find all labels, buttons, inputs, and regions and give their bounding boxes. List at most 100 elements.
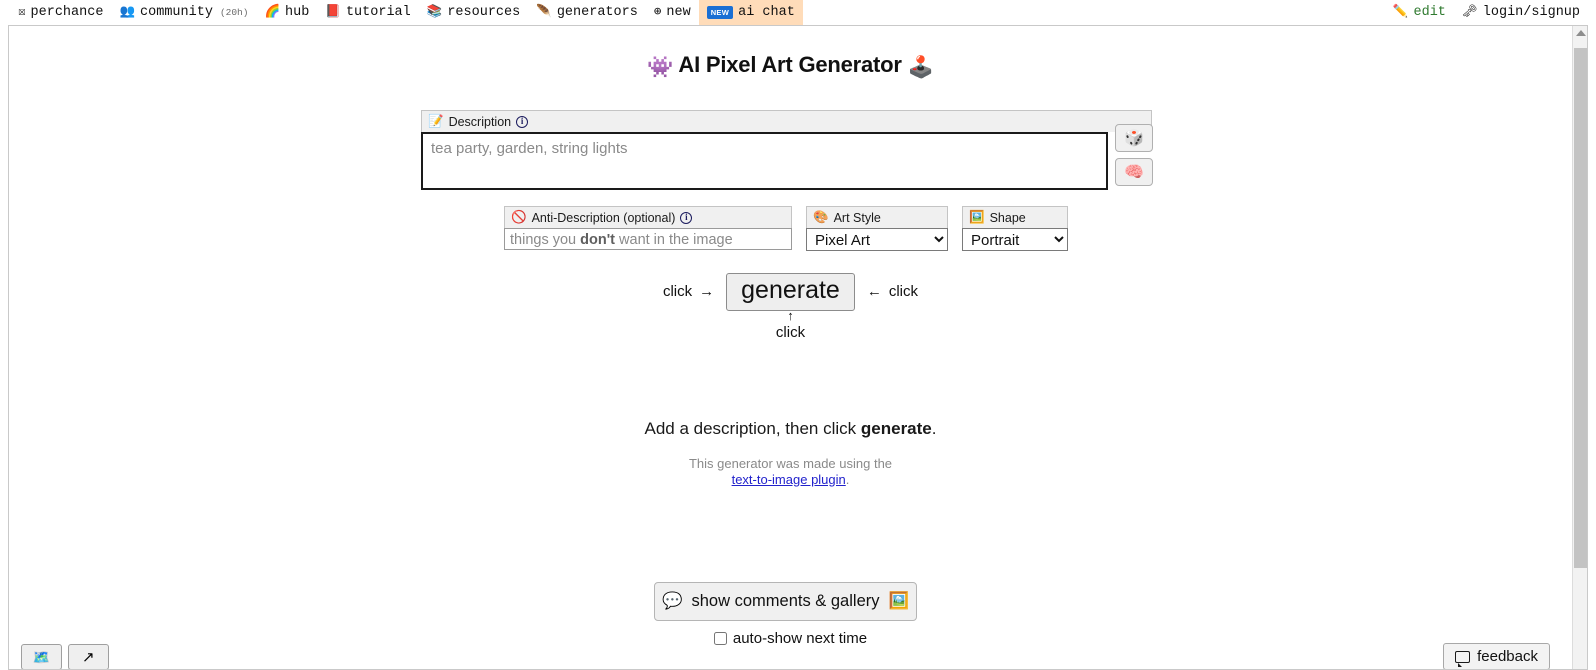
page-title-text: AI Pixel Art Generator [678, 52, 902, 77]
feedback-button[interactable]: feedback [1443, 643, 1550, 669]
text-to-image-plugin-link[interactable]: text-to-image plugin [732, 472, 846, 487]
art-style-label: Art Style [833, 210, 881, 225]
nav-label-tutorial: tutorial [345, 5, 411, 20]
generator-frame: 👾 AI Pixel Art Generator 🕹️ 📝 Descriptio… [8, 25, 1588, 670]
page-title: 👾 AI Pixel Art Generator 🕹️ [9, 52, 1572, 80]
new-badge: NEW [706, 6, 734, 19]
description-label-bar: 📝 Description i [421, 110, 1152, 132]
top-navigation-bar: ☒ perchance 👥 community (20h) 🌈 hub 📕 tu… [0, 0, 1596, 25]
pencil-icon: ✏️ [1392, 5, 1409, 20]
description-info-icon[interactable]: i [516, 115, 529, 128]
made-using-text: This generator was made using the [688, 456, 893, 471]
book-icon: 📕 [325, 5, 341, 20]
randomize-button[interactable]: 🎲 [1115, 124, 1153, 152]
nav-label-login-signup: login/signup [1482, 5, 1580, 20]
nav-label-ai-chat: ai chat [738, 5, 795, 20]
click-hint-right: ← click [867, 283, 918, 300]
speech-balloon-icon: 💬 [661, 592, 683, 610]
framed-picture-icon: 🖼️ [969, 210, 985, 224]
nav-item-resources[interactable]: 📚 resources [419, 0, 529, 25]
nav-item-login-signup[interactable]: 🗝 login/signup [1454, 0, 1588, 25]
brain-icon: 🧠 [1124, 164, 1144, 181]
arrow-left-icon: ← [866, 283, 882, 301]
click-hint-below: ↑ click [9, 308, 1572, 343]
status-text-post: . [931, 419, 937, 438]
speech-bubble-icon [1455, 650, 1471, 667]
click-hint-right-text: click [888, 283, 919, 301]
nav-item-ai-chat[interactable]: NEW ai chat [698, 0, 803, 25]
auto-show-checkbox[interactable] [713, 632, 727, 645]
art-style-field-group: 🎨 Art Style Pixel Art [806, 206, 948, 251]
art-style-label-bar: 🎨 Art Style [806, 206, 948, 228]
nav-right-group: ✏️ edit 🗝 login/signup [1385, 0, 1588, 25]
feather-icon: 🪶 [536, 5, 552, 20]
nav-label-new: new [666, 5, 691, 20]
anti-description-label: Anti-Description (optional) [531, 210, 676, 225]
click-hint-below-text: click [775, 324, 806, 342]
community-activity-count: (20h) [219, 7, 249, 18]
nav-label-generators: generators [556, 5, 638, 20]
shape-field-group: 🖼️ Shape Portrait [962, 206, 1068, 251]
rainbow-icon: 🌈 [264, 5, 281, 20]
description-field-group: 📝 Description i [421, 110, 1152, 190]
shape-label-bar: 🖼️ Shape [962, 206, 1068, 228]
scroll-up-arrow-icon[interactable] [1576, 30, 1586, 36]
nav-item-perchance[interactable]: ☒ perchance [10, 0, 111, 25]
alien-monster-icon: 👾 [647, 56, 674, 79]
status-text-bold: generate [860, 419, 932, 438]
globe-icon: ⊕ [653, 5, 662, 20]
shape-label: Shape [989, 210, 1026, 225]
nav-label-resources: resources [447, 5, 521, 20]
nav-left-group: ☒ perchance 👥 community (20h) 🌈 hub 📕 tu… [0, 0, 803, 25]
generate-row: click → generate ← click [9, 273, 1572, 311]
description-label: Description [448, 114, 512, 129]
books-icon: 📚 [426, 5, 443, 20]
description-side-buttons: 🎲 🧠 [1115, 124, 1153, 186]
nav-item-edit[interactable]: ✏️ edit [1385, 0, 1454, 25]
click-hint-left: click → [663, 283, 714, 300]
brainstorm-button[interactable]: 🧠 [1115, 158, 1153, 186]
dice-icon: 🎲 [1124, 130, 1144, 147]
plugin-link-wrap: text-to-image plugin. [9, 472, 1572, 488]
anti-description-label-bar: 🚫 Anti-Description (optional) i [504, 206, 792, 228]
bottom-left-button-group: 🗺️ ↖ [21, 644, 109, 669]
page-map-button[interactable]: 🗺️ [21, 644, 62, 669]
cursor-arrow-icon: ↖ [82, 649, 95, 666]
plugin-link-period: . [845, 471, 850, 487]
arrow-right-icon: → [699, 283, 715, 301]
vertical-scrollbar[interactable] [1572, 26, 1587, 669]
anti-placeholder-bold: don't [580, 232, 615, 248]
nav-label-hub: hub [285, 5, 310, 20]
framed-picture-icon: 🖼️ [888, 592, 910, 610]
key-icon: 🗝 [1461, 5, 1478, 20]
palette-icon: 🎨 [813, 210, 829, 224]
anti-placeholder-post: want in the image [615, 232, 733, 248]
show-comments-label: show comments & gallery [691, 592, 880, 610]
anti-description-input[interactable]: things you don't want in the image [504, 228, 792, 250]
nav-item-hub[interactable]: 🌈 hub [256, 0, 317, 25]
show-comments-gallery-button[interactable]: 💬 show comments & gallery 🖼️ [654, 582, 917, 621]
nav-item-community[interactable]: 👥 community (20h) [111, 0, 256, 25]
nav-item-tutorial[interactable]: 📕 tutorial [317, 0, 418, 25]
people-icon: 👥 [119, 5, 136, 20]
nav-item-new[interactable]: ⊕ new [646, 0, 699, 25]
generate-button[interactable]: generate [726, 273, 855, 311]
anti-description-field-group: 🚫 Anti-Description (optional) i things y… [504, 206, 792, 250]
nav-item-generators[interactable]: 🪶 generators [528, 0, 646, 25]
nav-label-edit: edit [1413, 5, 1446, 20]
click-hint-left-text: click [662, 283, 693, 301]
anti-placeholder-pre: things you [510, 232, 581, 248]
feedback-label: feedback [1477, 648, 1538, 665]
anti-description-info-icon[interactable]: i [680, 211, 693, 224]
select-cursor-button[interactable]: ↖ [68, 644, 109, 669]
status-text-pre: Add a description, then click [644, 419, 861, 438]
description-input[interactable] [421, 132, 1108, 190]
shape-select[interactable]: Portrait [962, 228, 1068, 251]
auto-show-row: auto-show next time [9, 630, 1572, 647]
scrollbar-thumb[interactable] [1574, 48, 1587, 568]
auto-show-label[interactable]: auto-show next time [733, 630, 867, 647]
arrow-up-icon: ↑ [787, 308, 794, 323]
prohibited-icon: 🚫 [511, 210, 527, 224]
art-style-select[interactable]: Pixel Art [806, 228, 948, 251]
joystick-icon: 🕹️ [907, 56, 934, 79]
